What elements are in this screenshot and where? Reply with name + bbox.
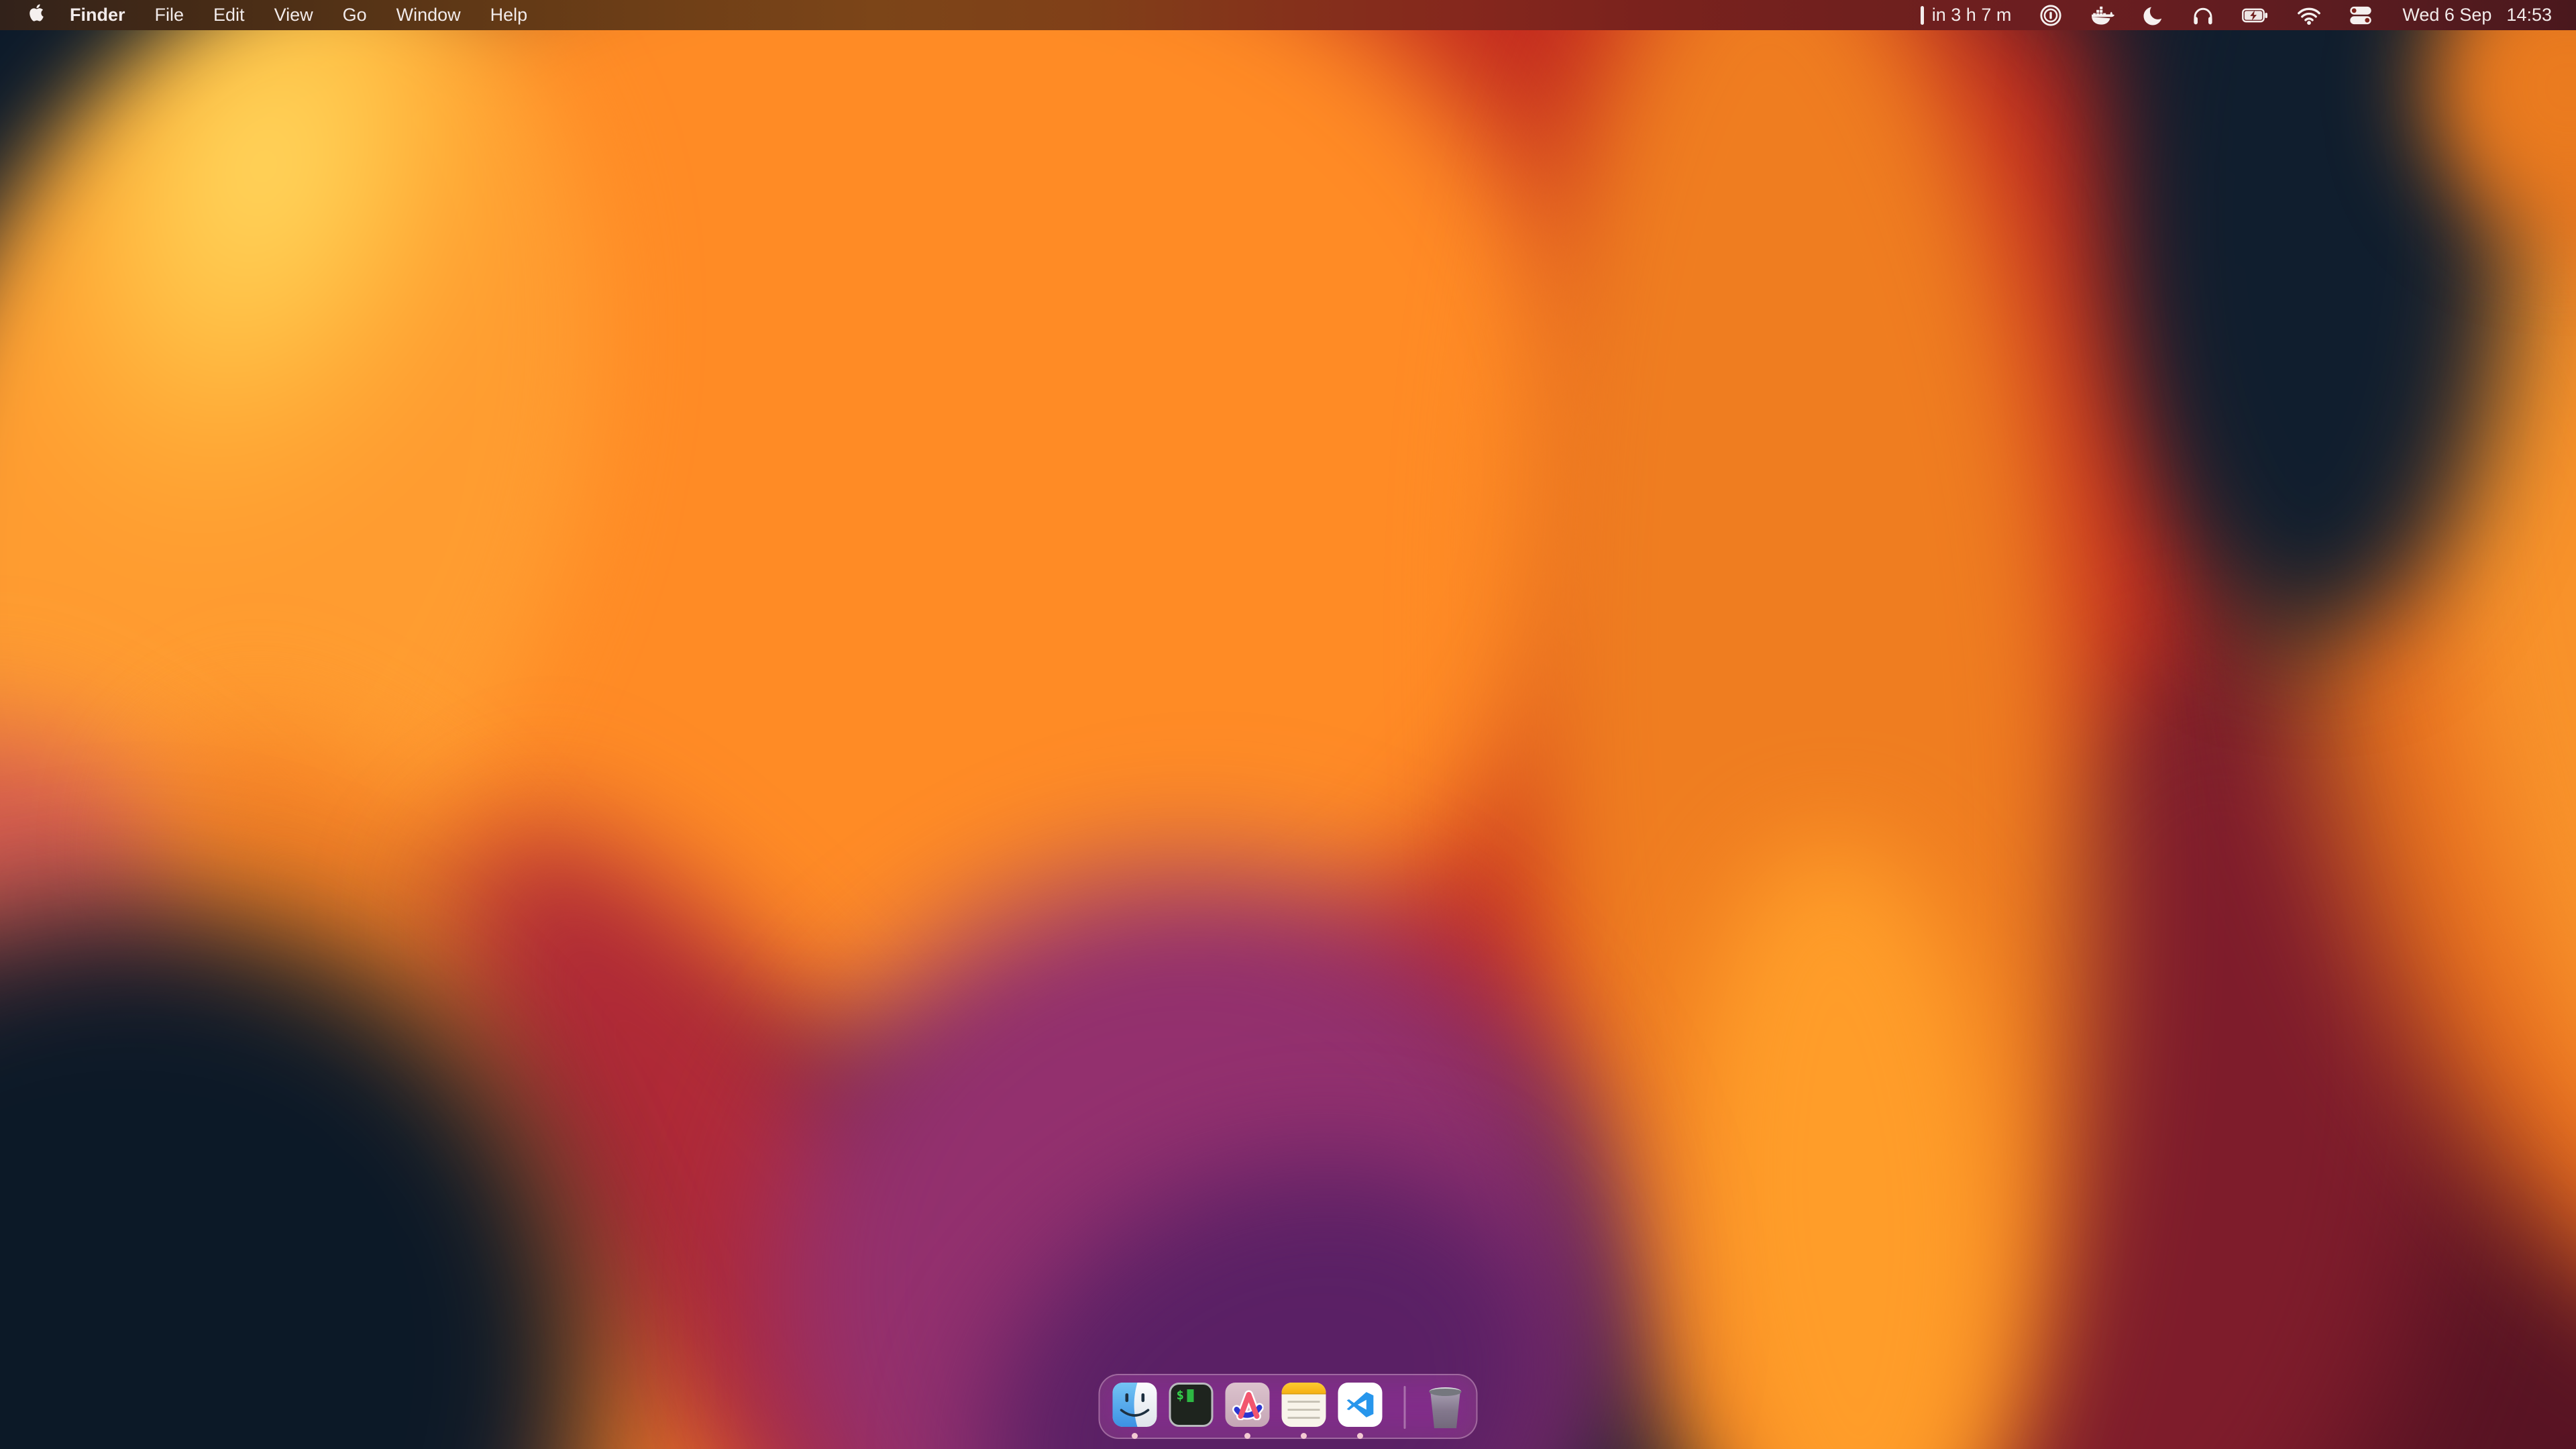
- menu-app-name[interactable]: Finder: [55, 0, 140, 30]
- dock-notes[interactable]: [1282, 1383, 1326, 1439]
- moon-focus-icon[interactable]: [2129, 0, 2178, 30]
- menu-bar: Finder File Edit View Go Window Help in …: [0, 0, 2576, 30]
- calendar-countdown[interactable]: in 3 h 7 m: [1907, 0, 2026, 30]
- dock: $: [1099, 1374, 1478, 1439]
- dock-terminal[interactable]: $: [1169, 1383, 1214, 1439]
- 1password-icon[interactable]: [2025, 0, 2076, 30]
- finder-icon: [1113, 1383, 1157, 1427]
- menu-bar-status: in 3 h 7 m: [1907, 0, 2552, 30]
- control-center-icon[interactable]: [2335, 0, 2386, 30]
- notes-rule-line: [1288, 1417, 1320, 1419]
- running-indicator: [1357, 1433, 1363, 1439]
- dock-vscode[interactable]: [1338, 1383, 1383, 1439]
- apple-menu[interactable]: [17, 0, 55, 30]
- running-indicator: [1301, 1433, 1307, 1439]
- dock-arc[interactable]: [1226, 1383, 1270, 1439]
- clock-time: 14:53: [2506, 5, 2552, 25]
- arc-browser-icon: [1226, 1383, 1270, 1427]
- countdown-label: in 3 h 7 m: [1932, 5, 2012, 25]
- running-indicator: [1132, 1433, 1138, 1439]
- headphones-icon[interactable]: [2178, 0, 2228, 30]
- wifi-icon[interactable]: [2283, 0, 2335, 30]
- wallpaper: [0, 0, 2576, 1449]
- terminal-cursor: [1187, 1389, 1194, 1402]
- menu-window[interactable]: Window: [382, 0, 476, 30]
- terminal-prompt: $: [1177, 1388, 1184, 1403]
- menu-edit[interactable]: Edit: [199, 0, 260, 30]
- notes-rule-line: [1288, 1409, 1320, 1411]
- menu-help[interactable]: Help: [476, 0, 543, 30]
- notes-icon: [1282, 1383, 1326, 1427]
- desktop: Finder File Edit View Go Window Help in …: [0, 0, 2576, 1449]
- trash-rim: [1430, 1387, 1462, 1396]
- dock-separator: [1404, 1386, 1406, 1429]
- menu-view[interactable]: View: [260, 0, 328, 30]
- dock-finder[interactable]: [1113, 1383, 1157, 1439]
- menu-bar-clock[interactable]: Wed 6 Sep 14:53: [2386, 5, 2552, 25]
- battery-charging-icon[interactable]: [2228, 0, 2283, 30]
- docker-icon[interactable]: [2076, 0, 2129, 30]
- timer-bar-icon: [1921, 6, 1924, 25]
- running-indicator: [1244, 1433, 1250, 1439]
- terminal-icon: $: [1169, 1383, 1214, 1427]
- notes-rule-line: [1288, 1401, 1320, 1403]
- vscode-icon: [1338, 1383, 1383, 1427]
- menu-file[interactable]: File: [140, 0, 199, 30]
- dock-trash[interactable]: [1428, 1383, 1464, 1439]
- clock-date: Wed 6 Sep: [2402, 5, 2491, 25]
- notes-header-band: [1282, 1383, 1326, 1393]
- menu-bar-left: Finder File Edit View Go Window Help: [17, 0, 542, 30]
- menu-go[interactable]: Go: [328, 0, 382, 30]
- apple-logo-icon: [28, 3, 44, 27]
